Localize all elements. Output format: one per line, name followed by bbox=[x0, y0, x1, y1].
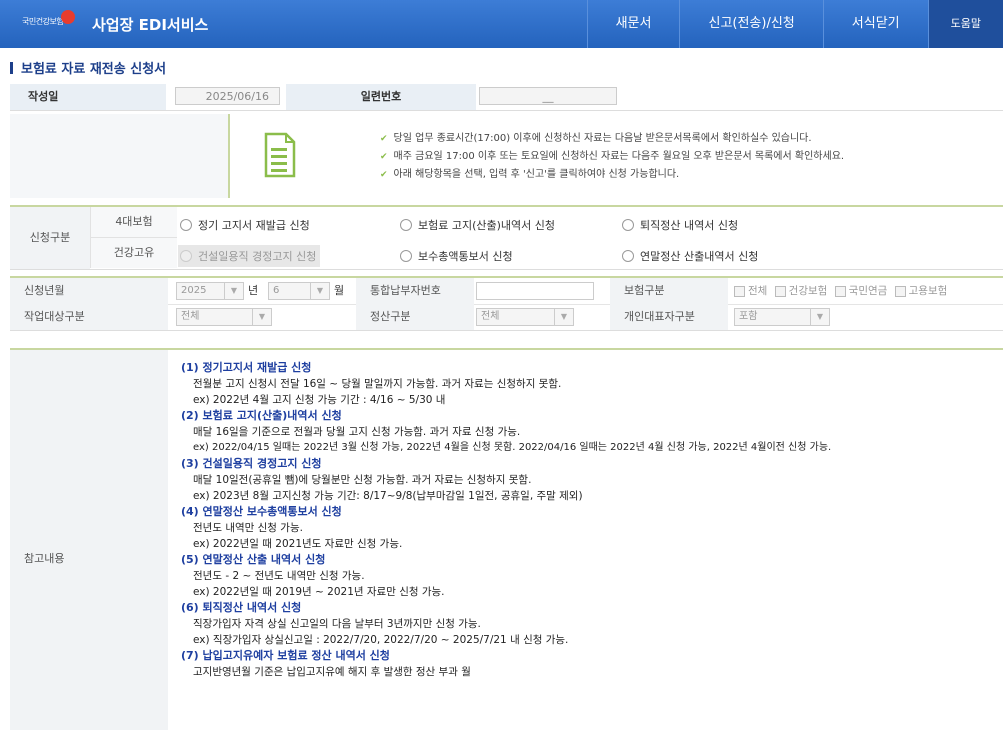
radio-construction-correction[interactable]: 건설일용직 경정고지 신청 bbox=[178, 245, 321, 267]
nhis-logo: 국민건강보험 bbox=[22, 10, 76, 28]
ref-heading: (4) 연말정산 보수총액통보서 신청 bbox=[181, 505, 342, 518]
checkbox-all[interactable]: 전체 bbox=[734, 282, 767, 300]
notice-line: ✔ 아래 해당항목을 선택, 입력 후 '신고'를 클릭하여야 신청 가능합니다. bbox=[380, 169, 680, 180]
notice-lines: ✔ 당일 업무 종료시간(17:00) 이후에 신청하신 자료는 다음날 받은문서… bbox=[380, 130, 844, 184]
ref-heading: (2) 보험료 고지(산출)내역서 신청 bbox=[181, 409, 342, 422]
checkbox-health[interactable]: 건강보험 bbox=[774, 282, 827, 300]
settlement-type-select[interactable]: 전체 ▼ bbox=[476, 308, 574, 326]
ref-heading: (3) 건설일용직 경정고지 신청 bbox=[181, 457, 322, 470]
ref-heading: (6) 퇴직정산 내역서 신청 bbox=[181, 601, 302, 614]
radio-year-end-statement[interactable]: 연말정산 산출내역서 신청 bbox=[622, 248, 758, 264]
radio-circle-icon bbox=[180, 219, 192, 231]
checkbox-icon bbox=[894, 285, 906, 297]
ref-line: 직장가입자 자격 상실 신고일의 다음 날부터 3년까지만 신청 가능. bbox=[193, 618, 481, 630]
ref-line: 매달 16일을 기준으로 전월과 당월 고지 신청 가능함. 과거 자료 신청 … bbox=[193, 426, 521, 438]
representative-type-label: 개인대표자구분 bbox=[610, 304, 728, 330]
nav-help[interactable]: 도움말 bbox=[927, 0, 1003, 48]
radio-retirement-settlement[interactable]: 퇴직정산 내역서 신청 bbox=[622, 217, 738, 233]
check-icon: ✔ bbox=[380, 134, 388, 144]
radio-circle-icon bbox=[622, 219, 634, 231]
ref-line: ex) 2022년 4월 고지 신청 가능 기간 : 4/16 ~ 5/30 내 bbox=[193, 394, 446, 406]
payer-number-input[interactable] bbox=[476, 282, 594, 300]
radio-premium-statement[interactable]: 보험료 고지(산출)내역서 신청 bbox=[400, 217, 555, 233]
filter-row-1: 신청년월 2025 ▼ 년 6 ▼ 월 통합납부자번호 보험구분 전체 건강보험 국… bbox=[10, 278, 1003, 305]
insurance-type-label: 보험구분 bbox=[610, 278, 728, 304]
document-icon bbox=[264, 132, 296, 178]
check-icon: ✔ bbox=[380, 152, 388, 162]
ref-line: ex) 2022년일 때 2021년도 자료만 신청 가능. bbox=[193, 538, 403, 550]
payer-number-label: 통합납부자번호 bbox=[356, 278, 474, 304]
top-nav: 새문서 신고(전송)/신청 서식닫기 도움말 bbox=[586, 0, 1003, 48]
ref-line: 전월분 고지 신청시 전달 16일 ~ 당월 말일까지 가능함. 과거 자료는 … bbox=[193, 378, 562, 390]
reference-label-cell: 참고내용 bbox=[10, 350, 168, 730]
nav-new-document[interactable]: 새문서 bbox=[586, 0, 680, 48]
chevron-down-icon: ▼ bbox=[554, 309, 573, 325]
serial-label: 일련번호 bbox=[286, 84, 476, 110]
insurance-type-options: 전체 건강보험 국민연금 고용보험 bbox=[734, 282, 951, 303]
notice-line: ✔ 매주 금요일 17:00 이후 또는 토요일에 신청하신 자료는 다음주 월요… bbox=[380, 151, 845, 162]
ref-line: 전년도 내역만 신청 가능. bbox=[193, 522, 303, 534]
ref-line: ex) 2022/04/15 일때는 2022년 3월 신청 가능, 2022년… bbox=[193, 442, 832, 453]
checkbox-pension[interactable]: 국민연금 bbox=[834, 282, 887, 300]
ref-heading: (1) 정기고지서 재발급 신청 bbox=[181, 361, 312, 374]
filter-block: 신청년월 2025 ▼ 년 6 ▼ 월 통합납부자번호 보험구분 전체 건강보험 국… bbox=[10, 276, 1003, 331]
month-select[interactable]: 6 ▼ bbox=[268, 282, 330, 300]
radio-circle-icon bbox=[400, 250, 412, 262]
radio-regular-reissue[interactable]: 정기 고지서 재발급 신청 bbox=[180, 217, 310, 233]
logo-text: 국민건강보험 bbox=[22, 16, 64, 26]
request-type-label: 신청구분 bbox=[10, 207, 90, 269]
notice-line: ✔ 당일 업무 종료시간(17:00) 이후에 신청하신 자료는 다음날 받은문서… bbox=[380, 133, 812, 144]
checkbox-employment[interactable]: 고용보험 bbox=[894, 282, 947, 300]
radio-circle-icon bbox=[622, 250, 634, 262]
nav-submit-request[interactable]: 신고(전송)/신청 bbox=[679, 0, 822, 48]
sub-label-4-insurances: 4대보험 bbox=[90, 207, 177, 238]
page-title: 보험료 자료 재전송 신청서 bbox=[10, 58, 166, 77]
radio-circle-icon bbox=[180, 250, 192, 262]
service-title: 사업장 EDI서비스 bbox=[92, 16, 209, 34]
apply-month-label: 신청년월 bbox=[10, 278, 168, 304]
radio-circle-icon bbox=[400, 219, 412, 231]
serial-field[interactable]: __ bbox=[479, 87, 617, 105]
radio-total-wage-notice[interactable]: 보수총액통보서 신청 bbox=[400, 248, 513, 264]
sub-label-health-only: 건강고유 bbox=[90, 238, 177, 268]
chevron-down-icon: ▼ bbox=[810, 309, 829, 325]
ref-line: 전년도 - 2 ~ 전년도 내역만 신청 가능. bbox=[193, 570, 365, 582]
date-row: 작성일 2025/06/16 일련번호 __ bbox=[10, 84, 1003, 111]
ref-heading: (5) 연말정산 산출 내역서 신청 bbox=[181, 553, 326, 566]
reference-label: 참고내용 bbox=[24, 552, 65, 565]
settlement-type-label: 정산구분 bbox=[356, 304, 474, 330]
request-type-block: 신청구분 4대보험 건강고유 정기 고지서 재발급 신청 보험료 고지(산출)내… bbox=[10, 205, 1003, 270]
notice-panel: ✔ 당일 업무 종료시간(17:00) 이후에 신청하신 자료는 다음날 받은문서… bbox=[228, 114, 1003, 198]
check-icon: ✔ bbox=[380, 170, 388, 180]
year-select[interactable]: 2025 ▼ bbox=[176, 282, 244, 300]
reference-content: (1) 정기고지서 재발급 신청 전월분 고지 신청시 전달 16일 ~ 당월 … bbox=[181, 360, 1001, 680]
ref-line: 고지반영년월 기준은 납입고지유예 해지 후 발생한 정산 부과 월 bbox=[193, 666, 471, 678]
filter-row-2: 작업대상구분 전체 ▼ 정산구분 전체 ▼ 개인대표자구분 포함 ▼ bbox=[10, 304, 1003, 330]
checkbox-icon bbox=[734, 285, 745, 297]
ref-line: ex) 2023년 8월 고지신청 가능 기간: 8/17~9/8(납부마감일 … bbox=[193, 490, 583, 502]
nav-close-form[interactable]: 서식닫기 bbox=[822, 0, 928, 48]
notice-box: ✔ 당일 업무 종료시간(17:00) 이후에 신청하신 자료는 다음날 받은문서… bbox=[10, 114, 1003, 198]
chevron-down-icon: ▼ bbox=[310, 283, 329, 299]
date-field[interactable]: 2025/06/16 bbox=[175, 87, 280, 105]
ref-heading: (7) 납입고지유예자 보험료 정산 내역서 신청 bbox=[181, 649, 390, 662]
date-label: 작성일 bbox=[10, 84, 166, 110]
logo-mark-icon bbox=[61, 10, 76, 24]
ref-line: ex) 2022년일 때 2019년 ~ 2021년 자료만 신청 가능. bbox=[193, 586, 445, 598]
reference-block: 참고내용 (1) 정기고지서 재발급 신청 전월분 고지 신청시 전달 16일 … bbox=[10, 348, 1003, 730]
checkbox-icon bbox=[834, 285, 846, 297]
chevron-down-icon: ▼ bbox=[224, 283, 243, 299]
work-target-select[interactable]: 전체 ▼ bbox=[176, 308, 272, 326]
ref-line: ex) 직장가입자 상실신고일 : 2022/7/20, 2022/7/20 ~… bbox=[193, 634, 569, 646]
month-unit: 월 bbox=[334, 284, 345, 297]
representative-type-select[interactable]: 포함 ▼ bbox=[734, 308, 830, 326]
checkbox-icon bbox=[774, 285, 786, 297]
ref-line: 매달 10일전(공휴일 뺌)에 당월분만 신청 가능함. 과거 자료는 신청하지… bbox=[193, 474, 532, 486]
year-unit: 년 bbox=[248, 284, 259, 297]
chevron-down-icon: ▼ bbox=[252, 309, 271, 325]
top-bar: 국민건강보험 사업장 EDI서비스 새문서 신고(전송)/신청 서식닫기 도움말 bbox=[0, 0, 1003, 48]
work-target-label: 작업대상구분 bbox=[10, 304, 168, 330]
